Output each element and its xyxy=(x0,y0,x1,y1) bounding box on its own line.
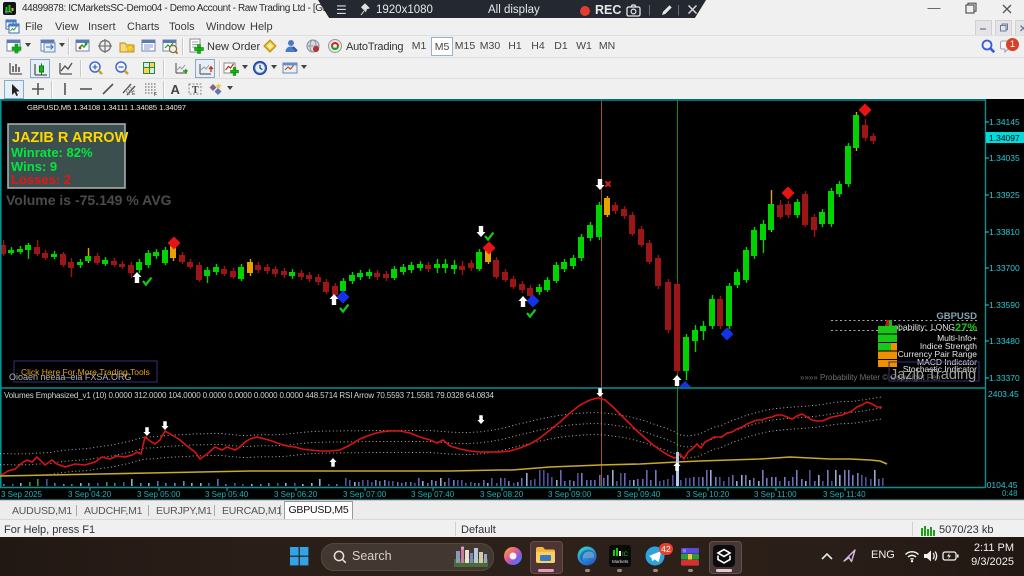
svg-text:Jazib Trading: Jazib Trading xyxy=(890,367,976,383)
svg-text:3 Sep 07:40: 3 Sep 07:40 xyxy=(411,490,455,499)
svg-text:JAZIB R ARROW: JAZIB R ARROW xyxy=(12,130,129,146)
svg-text:LONG: LONG xyxy=(931,322,955,332)
svg-text:3 Sep 09:40: 3 Sep 09:40 xyxy=(617,490,661,499)
svg-text:1.33370: 1.33370 xyxy=(989,373,1020,383)
svg-text:3 Sep 05:00: 3 Sep 05:00 xyxy=(137,490,181,499)
svg-text:3 Sep 08:20: 3 Sep 08:20 xyxy=(480,490,524,499)
svg-text:3 Sep 11:40: 3 Sep 11:40 xyxy=(823,490,866,499)
svg-text:3 Sep 05:40: 3 Sep 05:40 xyxy=(205,490,249,499)
svg-text:IC: IC xyxy=(622,552,629,558)
svg-text:3 Sep 09:00: 3 Sep 09:00 xyxy=(548,490,592,499)
svg-text:1.33700: 1.33700 xyxy=(989,263,1020,273)
svg-text:GBPUSD,M5 1.34108 1.34111 1.3: GBPUSD,M5 1.34108 1.34111 1.34085 1.3409… xyxy=(27,103,186,112)
svg-text:Оіоаеn пееаа–еіа FXSA.ORG: Оіоаеn пееаа–еіа FXSA.ORG xyxy=(9,372,131,382)
svg-text:3 Sep 2025: 3 Sep 2025 xyxy=(1,490,42,499)
svg-text:3 Sep 10:20: 3 Sep 10:20 xyxy=(686,490,730,499)
svg-text:Volumes Emphasized_v1 (10): Volumes Emphasized_v1 (10) 0.0000 312.00… xyxy=(4,391,494,400)
svg-text:F: F xyxy=(154,92,157,97)
svg-text:Losses: 2: Losses: 2 xyxy=(11,172,71,187)
svg-text:1.33590: 1.33590 xyxy=(989,300,1020,310)
svg-text:1.33810: 1.33810 xyxy=(989,227,1020,237)
svg-text:1.34097: 1.34097 xyxy=(989,133,1020,143)
svg-text:T: T xyxy=(192,85,199,96)
svg-text:Winrate: 82%: Winrate: 82% xyxy=(11,145,93,160)
svg-text:1.34035: 1.34035 xyxy=(989,153,1020,163)
svg-text:3 Sep 04:20: 3 Sep 04:20 xyxy=(68,490,112,499)
svg-text:GBPUSD: GBPUSD xyxy=(936,311,977,322)
svg-text:3 Sep 11:00: 3 Sep 11:00 xyxy=(754,490,797,499)
svg-text:2403.45: 2403.45 xyxy=(988,389,1019,399)
svg-text:3 Sep 07:00: 3 Sep 07:00 xyxy=(343,490,387,499)
svg-text:1.33480: 1.33480 xyxy=(989,336,1020,346)
svg-text:A: A xyxy=(171,82,181,97)
svg-text:1.33925: 1.33925 xyxy=(989,190,1020,200)
svg-text:1.34145: 1.34145 xyxy=(989,117,1020,127)
svg-text:E: E xyxy=(132,91,136,97)
svg-text:3 Sep 06:20: 3 Sep 06:20 xyxy=(274,490,318,499)
svg-text:MT4: MT4 xyxy=(5,11,12,15)
svg-text:0:48: 0:48 xyxy=(1002,489,1018,498)
svg-text:Markets: Markets xyxy=(612,559,629,564)
svg-text:Volume is -75.149 % AVG: Volume is -75.149 % AVG xyxy=(6,192,172,208)
